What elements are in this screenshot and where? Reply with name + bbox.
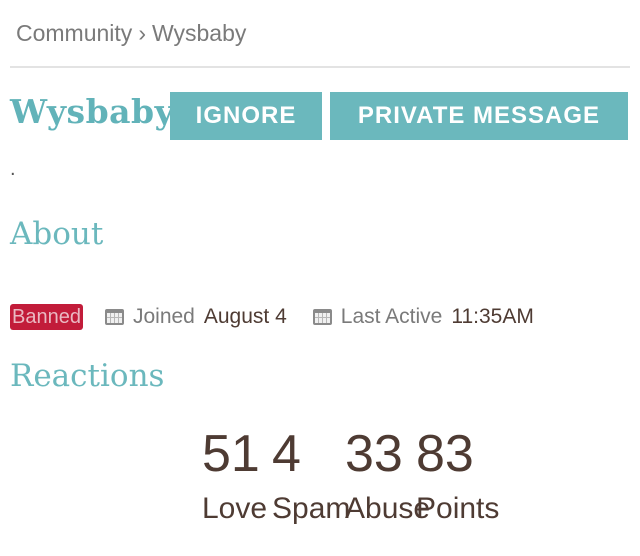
calendar-icon (104, 309, 124, 325)
profile-meta: Banned Joined August 4 Last Active 11:35… (10, 304, 560, 330)
stat-spam[interactable]: 4 Spam (272, 424, 350, 525)
stat-love-label: Love (202, 492, 268, 525)
joined-value: August 4 (203, 305, 287, 328)
stat-spam-label: Spam (272, 492, 351, 525)
about-heading: About (10, 216, 104, 252)
stat-love-count: 51 (202, 425, 260, 483)
profile-username: Wysbaby (10, 92, 175, 131)
header-divider (10, 66, 630, 68)
status-badge: Banned (10, 304, 83, 330)
last-active-value: 11:35AM (451, 305, 534, 328)
stat-points[interactable]: 83 Points (416, 424, 499, 525)
breadcrumb-current: Wysbaby (151, 20, 247, 46)
ignore-button[interactable]: IGNORE (170, 92, 322, 140)
private-message-button[interactable]: PRIVATE MESSAGE (330, 92, 628, 140)
stat-love[interactable]: 51 Love (202, 424, 267, 525)
breadcrumb: Community › Wysbaby (16, 20, 246, 47)
stat-spam-count: 4 (272, 425, 301, 483)
stat-abuse[interactable]: 33 Abuse (345, 424, 430, 525)
last-active-label: Last Active (340, 305, 443, 328)
stat-points-count: 83 (416, 425, 474, 483)
calendar-icon (312, 309, 332, 325)
breadcrumb-separator: › (138, 20, 146, 46)
breadcrumb-link-community[interactable]: Community (16, 20, 132, 46)
profile-bio: . (10, 158, 16, 180)
stat-abuse-count: 33 (345, 425, 403, 483)
joined-label: Joined (132, 305, 195, 328)
stat-points-label: Points (416, 492, 500, 525)
reaction-stats: 51 Love 4 Spam 33 Abuse 83 Points (0, 424, 640, 534)
reactions-heading: Reactions (10, 358, 165, 394)
